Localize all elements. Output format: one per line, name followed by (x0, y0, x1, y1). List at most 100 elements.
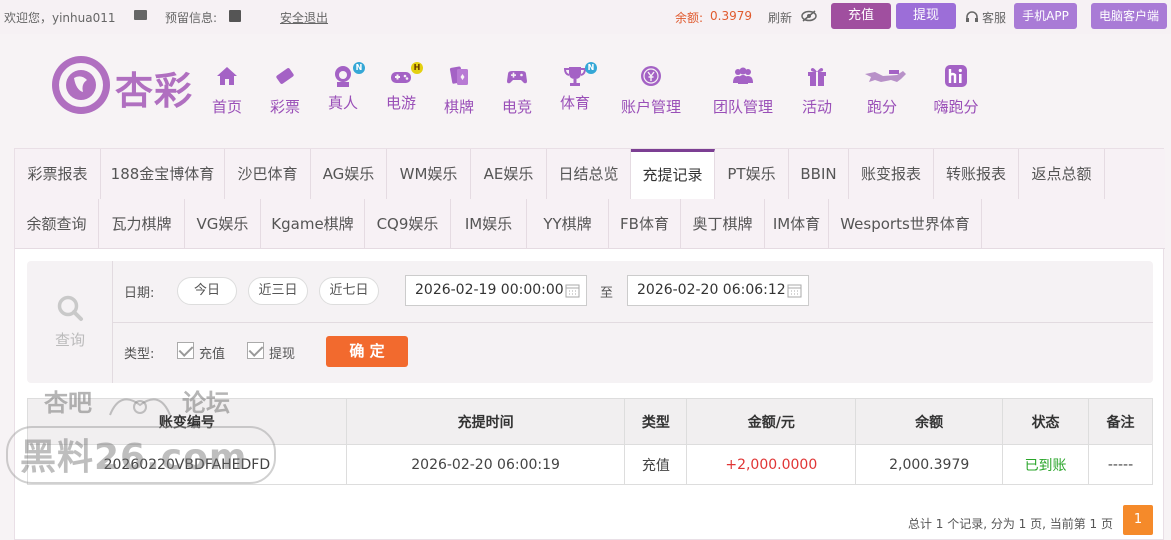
nav-esports[interactable]: 电竞 (487, 64, 547, 117)
type-cell: 充值 (624, 444, 688, 485)
column-header: 充提时间 (345, 398, 626, 445)
recharge-checkbox[interactable] (177, 342, 194, 359)
edit-icon[interactable] (229, 10, 241, 22)
tab-daily-summary[interactable]: 日结总览 (547, 149, 631, 199)
tab-pt[interactable]: PT娱乐 (715, 149, 789, 199)
search-form: 查询 日期: 今日 近三日 近七日 2026-02-19 00:00:00 至 … (27, 261, 1153, 383)
nav-live[interactable]: N 真人 (313, 62, 373, 113)
lottery-ticket-icon (276, 68, 294, 84)
watermark-ornament-icon (109, 398, 171, 416)
nav-label: 跑分 (866, 98, 897, 116)
tab-im[interactable]: IM娱乐 (451, 199, 527, 249)
tab-fb-sports[interactable]: FB体育 (609, 199, 681, 249)
welcome-text: 欢迎您，yinhua011 (4, 11, 116, 25)
nav-account[interactable]: 账户管理 (620, 64, 682, 117)
tab-account-changes[interactable]: 账变报表 (849, 149, 934, 199)
tab-transfer-report[interactable]: 转账报表 (934, 149, 1019, 199)
nav-lottery[interactable]: 彩票 (255, 64, 315, 117)
tab-vg[interactable]: VG娱乐 (185, 199, 261, 249)
home-icon (217, 67, 237, 85)
tab-kgame-cards[interactable]: Kgame棋牌 (261, 199, 365, 249)
logout-link[interactable]: 安全退出 (280, 9, 328, 26)
nav-label: 体育 (559, 94, 590, 112)
search-divider (113, 322, 1153, 323)
tab-cq9[interactable]: CQ9娱乐 (365, 199, 451, 249)
withdraw-checkbox[interactable] (247, 342, 264, 359)
nav-home[interactable]: 首页 (197, 64, 257, 117)
eye-slash-icon[interactable] (801, 10, 817, 22)
time-cell: 2026-02-20 06:00:19 (345, 444, 626, 485)
end-date-input[interactable]: 2026-02-20 06:06:12 (627, 275, 809, 306)
recharge-button[interactable]: 充值 (831, 3, 891, 29)
tab-deposit-withdraw-records[interactable]: 充提记录 (631, 149, 715, 199)
headset-icon[interactable] (966, 11, 978, 23)
confirm-button[interactable]: 确 定 (326, 336, 408, 367)
mobile-app-button[interactable]: 手机APP (1014, 3, 1077, 29)
account-coin-icon (641, 66, 661, 86)
nav-label: 团队管理 (712, 98, 773, 116)
tab-bbin[interactable]: BBIN (789, 149, 849, 199)
hot-badge: H (411, 62, 423, 74)
column-header: 类型 (624, 398, 688, 445)
tab-odin-cards[interactable]: 奥丁棋牌 (681, 199, 765, 249)
calendar-icon[interactable] (787, 283, 802, 298)
pc-client-button[interactable]: 电脑客户端 (1091, 3, 1167, 29)
refresh-label[interactable]: 刷新 (768, 9, 792, 26)
type-label: 类型: (124, 347, 155, 362)
nav-run-score[interactable]: 跑分 (852, 64, 912, 117)
nav-label: 账户管理 (620, 98, 681, 116)
last-3-days-button[interactable]: 近三日 (248, 277, 308, 305)
tab-balance-query[interactable]: 余额查询 (15, 199, 99, 249)
balance-cell: 2,000.3979 (855, 444, 1004, 485)
trophy-icon (563, 67, 587, 86)
balance-label: 余额: (675, 11, 704, 25)
logo-emblem-icon[interactable] (50, 54, 112, 116)
running-dog-icon (865, 70, 906, 82)
mail-icon[interactable] (134, 10, 147, 20)
nav-label: 真人 (327, 94, 358, 112)
column-header: 余额 (855, 398, 1004, 445)
watermark-text-right: 论坛 (182, 389, 230, 417)
date-label: 日期: (124, 286, 155, 301)
page-button-current[interactable]: 1 (1123, 505, 1153, 535)
gift-icon (808, 68, 826, 86)
nav-hi-run-score[interactable]: 嗨跑分 (926, 64, 986, 117)
nav-activity[interactable]: 活动 (787, 64, 847, 117)
last-7-days-button[interactable]: 近七日 (319, 277, 379, 305)
tab-rebate-total[interactable]: 返点总额 (1019, 149, 1105, 199)
query-label: 查询 (54, 331, 85, 349)
tab-ag[interactable]: AG娱乐 (311, 149, 387, 199)
tab-wm[interactable]: WM娱乐 (387, 149, 471, 199)
to-label: 至 (600, 286, 614, 301)
nav-sports[interactable]: N 体育 (545, 62, 605, 113)
team-icon (733, 67, 753, 84)
hi-icon (945, 65, 967, 87)
tab-yy-cards[interactable]: YY棋牌 (527, 199, 609, 249)
remark-cell: ----- (1088, 444, 1153, 485)
logo-text: 杏彩 (115, 69, 194, 113)
tab-ae[interactable]: AE娱乐 (471, 149, 547, 199)
column-header: 备注 (1088, 398, 1153, 445)
start-date-value: 2026-02-19 00:00:00 (415, 282, 564, 298)
start-date-input[interactable]: 2026-02-19 00:00:00 (405, 275, 587, 306)
esports-controller-icon (507, 71, 527, 84)
nav-slots[interactable]: H 电游 (371, 62, 431, 113)
nav-cards[interactable]: 棋牌 (429, 64, 489, 117)
support-link[interactable]: 客服 (982, 9, 1006, 26)
today-button[interactable]: 今日 (177, 277, 237, 305)
tab-saba-sports[interactable]: 沙巴体育 (225, 149, 311, 199)
reserved-info-label: 预留信息: (165, 11, 218, 25)
nav-label: 彩票 (269, 98, 300, 116)
new-badge: N (353, 62, 365, 74)
tab-wali-cards[interactable]: 瓦力棋牌 (99, 199, 185, 249)
tab-im-sports[interactable]: IM体育 (765, 199, 829, 249)
watermark-text-left: 杏吧 (44, 389, 92, 417)
tab-lottery-report[interactable]: 彩票报表 (15, 149, 101, 199)
tab-wesports[interactable]: Wesports世界体育 (829, 199, 982, 249)
withdraw-button[interactable]: 提现 (896, 3, 956, 29)
nav-team[interactable]: 团队管理 (712, 64, 774, 117)
column-header: 金额/元 (686, 398, 857, 445)
calendar-icon[interactable] (565, 283, 580, 298)
top-bar: 欢迎您，yinhua011 预留信息: 安全退出 余额: 0.3979 刷新 充… (0, 0, 1171, 34)
tab-188-sports[interactable]: 188金宝博体育 (101, 149, 225, 199)
